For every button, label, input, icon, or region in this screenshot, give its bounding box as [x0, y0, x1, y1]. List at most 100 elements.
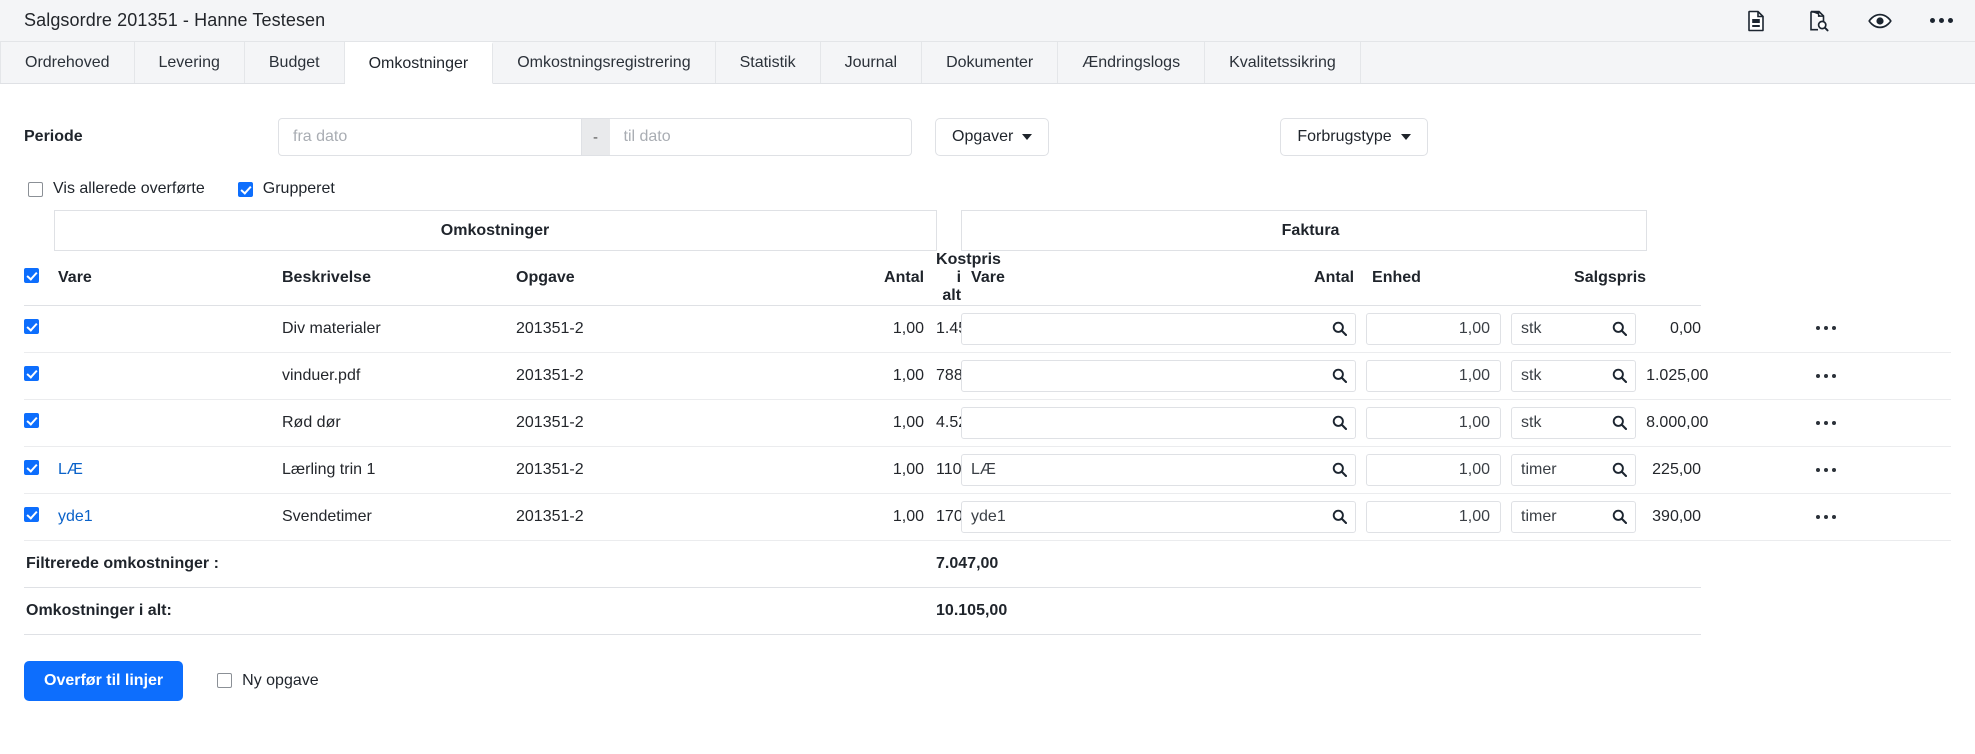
search-icon[interactable]: [1331, 415, 1347, 431]
cell-antal: 1,00: [718, 305, 936, 352]
cell-faktura-antal: [1366, 305, 1511, 352]
tab-budget[interactable]: Budget: [245, 42, 345, 83]
faktura-vare-input[interactable]: [961, 407, 1356, 439]
options-row: Vis allerede overførte Grupperet: [0, 162, 1975, 202]
cell-salgspris: 8.000,00: [1646, 399, 1701, 446]
cell-vare: [54, 399, 282, 446]
search-icon[interactable]: [1611, 415, 1627, 431]
more-options-icon[interactable]: [1930, 18, 1953, 23]
select-all-checkbox[interactable]: [24, 268, 39, 283]
date-to-input[interactable]: [610, 118, 913, 156]
tab-label: Kvalitetssikring: [1229, 54, 1336, 72]
tab-label: Ændringslogs: [1082, 54, 1180, 72]
faktura-antal-input[interactable]: [1366, 407, 1501, 439]
faktura-antal-input[interactable]: [1366, 360, 1501, 392]
col-opgave[interactable]: Opgave: [516, 251, 718, 306]
search-icon[interactable]: [1331, 368, 1347, 384]
cell-kostpris: 4.520,00: [936, 399, 961, 446]
row-checkbox[interactable]: [24, 319, 39, 334]
title-bar-actions: [1744, 9, 1953, 33]
cell-antal: 1,00: [718, 446, 936, 493]
row-more-options-icon[interactable]: [1701, 326, 1951, 330]
search-icon[interactable]: [1611, 368, 1627, 384]
table-group-header-row: Omkostninger Faktura: [24, 211, 1951, 251]
tab-levering[interactable]: Levering: [135, 42, 245, 83]
tab-statistik[interactable]: Statistik: [716, 42, 821, 83]
row-checkbox[interactable]: [24, 366, 39, 381]
vare-link[interactable]: LÆ: [58, 461, 83, 478]
col-faktura-antal[interactable]: Antal: [1221, 251, 1366, 306]
faktura-antal-input[interactable]: [1366, 313, 1501, 345]
cell-faktura-antal: [1366, 352, 1511, 399]
document-edit-icon[interactable]: [1744, 9, 1768, 33]
search-icon[interactable]: [1331, 509, 1347, 525]
tab-omkostninger[interactable]: Omkostninger: [345, 42, 494, 84]
group-header-omkostninger: Omkostninger: [54, 211, 936, 251]
row-checkbox[interactable]: [24, 413, 39, 428]
eye-icon[interactable]: [1868, 9, 1892, 33]
row-more-options-icon[interactable]: [1701, 468, 1951, 472]
cell-opgave: 201351-2: [516, 352, 718, 399]
tab-aendringslogs[interactable]: Ændringslogs: [1058, 42, 1205, 83]
col-vare[interactable]: Vare: [54, 251, 282, 306]
faktura-antal-input[interactable]: [1366, 501, 1501, 533]
tab-label: Omkostninger: [369, 55, 469, 73]
tab-label: Omkostningsregistrering: [517, 54, 690, 72]
row-more-options-icon[interactable]: [1701, 515, 1951, 519]
faktura-antal-input[interactable]: [1366, 454, 1501, 486]
tab-journal[interactable]: Journal: [821, 42, 922, 83]
group-header-gap: [936, 211, 961, 251]
opgaver-dropdown-button[interactable]: Opgaver: [935, 118, 1049, 156]
cell-antal: 1,00: [718, 399, 936, 446]
cell-kostpris: 110,00: [936, 446, 961, 493]
search-icon[interactable]: [1331, 462, 1347, 478]
omkostninger-table-container: Omkostninger Faktura Vare Beskrivelse Op…: [0, 202, 1975, 635]
vis-allerede-overfoerte-checkbox[interactable]: [28, 182, 43, 197]
row-more-options-icon[interactable]: [1701, 421, 1951, 425]
col-antal[interactable]: Antal: [718, 251, 936, 306]
overfoer-til-linjer-button[interactable]: Overfør til linjer: [24, 661, 183, 701]
date-from-input[interactable]: [278, 118, 582, 156]
tab-bar-filler: [1361, 42, 1975, 83]
tab-label: Ordrehoved: [25, 54, 110, 72]
faktura-vare-input[interactable]: [961, 501, 1356, 533]
vare-link[interactable]: yde1: [58, 508, 93, 525]
cell-row-actions: [1701, 399, 1951, 446]
total-label-filtrerede: Filtrerede omkostninger :: [24, 540, 718, 587]
forbrugstype-dropdown-button[interactable]: Forbrugstype: [1280, 118, 1427, 156]
row-checkbox[interactable]: [24, 460, 39, 475]
tab-kvalitetssikring[interactable]: Kvalitetssikring: [1205, 42, 1361, 83]
tab-ordrehoved[interactable]: Ordrehoved: [0, 42, 135, 83]
cell-enhed: [1511, 493, 1646, 540]
tab-dokumenter[interactable]: Dokumenter: [922, 42, 1058, 83]
cell-beskrivelse: Lærling trin 1: [282, 446, 516, 493]
cell-row-actions: [1701, 352, 1951, 399]
col-salgspris[interactable]: Salgspris: [1511, 251, 1646, 306]
ny-opgave-checkbox[interactable]: [217, 673, 232, 688]
tab-omkostningsregistrering[interactable]: Omkostningsregistrering: [493, 42, 715, 83]
row-select-cell: [24, 446, 54, 493]
search-icon[interactable]: [1611, 462, 1627, 478]
col-kostpris-i-alt[interactable]: Kostpris i alt: [936, 251, 961, 306]
vis-allerede-overfoerte-label: Vis allerede overførte: [53, 180, 205, 198]
cell-faktura-antal: [1366, 493, 1511, 540]
grupperet-checkbox[interactable]: [238, 182, 253, 197]
search-icon[interactable]: [1611, 509, 1627, 525]
row-more-options-icon[interactable]: [1701, 374, 1951, 378]
search-icon[interactable]: [1331, 321, 1347, 337]
cell-beskrivelse: Div materialer: [282, 305, 516, 352]
cell-faktura-antal: [1366, 446, 1511, 493]
faktura-vare-input[interactable]: [961, 313, 1356, 345]
table-row: yde1 Svendetimer 201351-2 1,00 170,00: [24, 493, 1951, 540]
total-label-i-alt: Omkostninger i alt:: [24, 587, 718, 634]
row-checkbox[interactable]: [24, 507, 39, 522]
document-search-icon[interactable]: [1806, 9, 1830, 33]
table-column-header-row: Vare Beskrivelse Opgave Antal Kostpris i…: [24, 251, 1951, 306]
search-icon[interactable]: [1611, 321, 1627, 337]
faktura-vare-input[interactable]: [961, 454, 1356, 486]
col-beskrivelse[interactable]: Beskrivelse: [282, 251, 516, 306]
table-row: LÆ Lærling trin 1 201351-2 1,00 110,00: [24, 446, 1951, 493]
cell-salgspris: 0,00: [1646, 305, 1701, 352]
col-enhed[interactable]: Enhed: [1366, 251, 1511, 306]
faktura-vare-input[interactable]: [961, 360, 1356, 392]
